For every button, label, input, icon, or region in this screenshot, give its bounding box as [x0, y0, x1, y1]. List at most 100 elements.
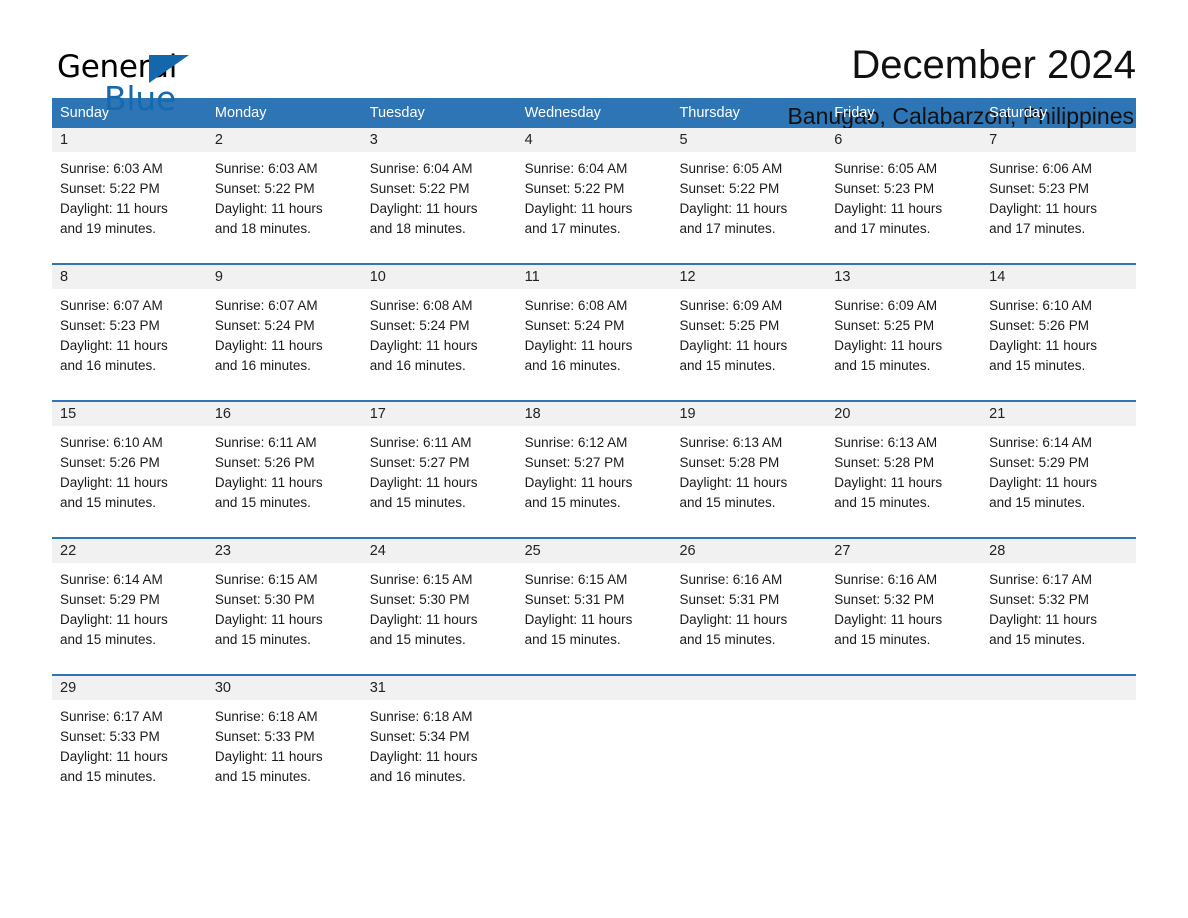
calendar-day-cell[interactable]: 17 Sunrise: 6:11 AM Sunset: 5:27 PM Dayligh…	[361, 402, 517, 522]
sunset-text: Sunset: 5:22 PM	[60, 181, 160, 196]
sunset-text: Sunset: 5:22 PM	[679, 181, 780, 196]
sunset-text: Sunset: 5:23 PM	[989, 181, 1089, 196]
calendar-day-cell[interactable]: 19 Sunrise: 6:13 AM Sunset: 5:28 PM Dayligh…	[671, 402, 827, 522]
sunrise-text: Sunrise: 6:04 AM	[524, 161, 628, 176]
sunrise-text: Sunrise: 6:17 AM	[60, 709, 163, 724]
calendar-day-cell[interactable]: 1 Sunrise: 6:03 AM Sunset: 5:22 PM Daylight…	[52, 128, 207, 248]
weekday-header-friday: Friday	[834, 105, 875, 121]
calendar-day-cell-empty	[826, 676, 982, 796]
calendar-day-cell[interactable]: 8 Sunrise: 6:07 AM Sunset: 5:23 PM Daylight…	[52, 265, 207, 385]
day-number: 16	[206, 402, 362, 426]
daylight-text-line1: Daylight: 11 hours	[834, 475, 943, 490]
daylight-text-line1: Daylight: 11 hours	[834, 612, 943, 627]
daylight-text-line2: and 15 minutes.	[989, 632, 1086, 647]
sunrise-text: Sunrise: 6:11 AM	[369, 435, 472, 450]
calendar-day-cell[interactable]: 2 Sunrise: 6:03 AM Sunset: 5:22 PM Daylight…	[206, 128, 362, 248]
sunset-text: Sunset: 5:22 PM	[369, 181, 470, 196]
day-details: Sunrise: 6:08 AM Sunset: 5:24 PM Daylight:…	[517, 289, 672, 376]
day-details: Sunrise: 6:17 AM Sunset: 5:33 PM Daylight:…	[52, 700, 207, 787]
calendar-day-cell[interactable]: 28 Sunrise: 6:17 AM Sunset: 5:32 PM Dayligh…	[981, 539, 1137, 659]
sunset-text: Sunset: 5:22 PM	[214, 181, 315, 196]
sunrise-text: Sunrise: 6:07 AM	[60, 298, 163, 313]
day-details: Sunrise: 6:05 AM Sunset: 5:23 PM Daylight:…	[826, 152, 981, 239]
calendar-day-cell[interactable]: 21 Sunrise: 6:14 AM Sunset: 5:29 PM Dayligh…	[981, 402, 1137, 522]
calendar-day-cell[interactable]: 26 Sunrise: 6:16 AM Sunset: 5:31 PM Dayligh…	[671, 539, 827, 659]
day-number: 2	[206, 128, 362, 152]
sunset-text: Sunset: 5:31 PM	[524, 592, 625, 607]
day-details: Sunrise: 6:16 AM Sunset: 5:31 PM Daylight:…	[671, 563, 826, 650]
calendar-day-cell[interactable]: 14 Sunrise: 6:10 AM Sunset: 5:26 PM Dayligh…	[981, 265, 1137, 385]
calendar-day-cell[interactable]: 3 Sunrise: 6:04 AM Sunset: 5:22 PM Daylight…	[361, 128, 517, 248]
daylight-text-line1: Daylight: 11 hours	[214, 612, 323, 627]
calendar-day-cell[interactable]: 22 Sunrise: 6:14 AM Sunset: 5:29 PM Dayligh…	[52, 539, 207, 659]
sunrise-text: Sunrise: 6:16 AM	[679, 572, 783, 587]
daylight-text-line1: Daylight: 11 hours	[679, 338, 788, 353]
calendar-day-cell[interactable]: 18 Sunrise: 6:12 AM Sunset: 5:27 PM Dayligh…	[516, 402, 672, 522]
sunset-text: Sunset: 5:33 PM	[60, 729, 160, 744]
calendar-day-cell[interactable]: 12 Sunrise: 6:09 AM Sunset: 5:25 PM Dayligh…	[671, 265, 827, 385]
sunrise-text: Sunrise: 6:10 AM	[989, 298, 1092, 313]
sunset-text: Sunset: 5:29 PM	[60, 592, 160, 607]
sunset-text: Sunset: 5:24 PM	[369, 318, 470, 333]
calendar-day-cell[interactable]: 6 Sunrise: 6:05 AM Sunset: 5:23 PM Daylight…	[826, 128, 982, 248]
sunset-text: Sunset: 5:23 PM	[60, 318, 160, 333]
daylight-text-line1: Daylight: 11 hours	[60, 338, 168, 353]
sunrise-text: Sunrise: 6:05 AM	[834, 161, 938, 176]
calendar-day-cell[interactable]: 7 Sunrise: 6:06 AM Sunset: 5:23 PM Daylight…	[981, 128, 1137, 248]
sunrise-sunset-calendar: Sunday Monday Tuesday Wednesday Thursday Frid…	[52, 98, 1137, 796]
calendar-day-cell[interactable]: 29 Sunrise: 6:17 AM Sunset: 5:33 PM Dayligh…	[52, 676, 207, 796]
calendar-day-cell[interactable]: 24 Sunrise: 6:15 AM Sunset: 5:30 PM Dayligh…	[361, 539, 517, 659]
calendar-day-cell[interactable]: 25 Sunrise: 6:15 AM Sunset: 5:31 PM Dayligh…	[516, 539, 672, 659]
daylight-text-line2: and 15 minutes.	[369, 495, 466, 510]
day-details: Sunrise: 6:10 AM Sunset: 5:26 PM Daylight:…	[981, 289, 1136, 376]
day-details: Sunrise: 6:04 AM Sunset: 5:22 PM Daylight:…	[362, 152, 517, 239]
day-number: 22	[52, 539, 207, 563]
daylight-text-line2: and 15 minutes.	[60, 495, 157, 510]
calendar-day-cell[interactable]: 30 Sunrise: 6:18 AM Sunset: 5:33 PM Dayligh…	[206, 676, 362, 796]
calendar-day-cell[interactable]: 20 Sunrise: 6:13 AM Sunset: 5:28 PM Dayligh…	[826, 402, 982, 522]
sunset-text: Sunset: 5:27 PM	[369, 455, 470, 470]
day-number: 28	[981, 539, 1137, 563]
calendar-day-cell[interactable]: 23 Sunrise: 6:15 AM Sunset: 5:30 PM Dayligh…	[206, 539, 362, 659]
day-details: Sunrise: 6:03 AM Sunset: 5:22 PM Daylight:…	[207, 152, 362, 239]
daylight-text-line1: Daylight: 11 hours	[834, 201, 943, 216]
sunrise-text: Sunrise: 6:15 AM	[214, 572, 318, 587]
day-number: 27	[826, 539, 982, 563]
calendar-day-cell[interactable]: 5 Sunrise: 6:05 AM Sunset: 5:22 PM Daylight…	[671, 128, 827, 248]
daylight-text-line1: Daylight: 11 hours	[989, 338, 1097, 353]
day-details: Sunrise: 6:06 AM Sunset: 5:23 PM Daylight:…	[981, 152, 1136, 239]
calendar-day-cell[interactable]: 27 Sunrise: 6:16 AM Sunset: 5:32 PM Dayligh…	[826, 539, 982, 659]
day-number	[671, 676, 827, 700]
day-details: Sunrise: 6:07 AM Sunset: 5:24 PM Daylight:…	[207, 289, 362, 376]
daylight-text-line2: and 15 minutes.	[214, 632, 311, 647]
daylight-text-line2: and 15 minutes.	[60, 769, 157, 784]
daylight-text-line1: Daylight: 11 hours	[679, 201, 788, 216]
calendar-day-cell[interactable]: 13 Sunrise: 6:09 AM Sunset: 5:25 PM Dayligh…	[826, 265, 982, 385]
daylight-text-line2: and 15 minutes.	[834, 632, 931, 647]
generalblue-logo[interactable]: General Blue	[52, 44, 252, 116]
day-details: Sunrise: 6:08 AM Sunset: 5:24 PM Daylight:…	[362, 289, 517, 376]
calendar-day-cell[interactable]: 11 Sunrise: 6:08 AM Sunset: 5:24 PM Dayligh…	[516, 265, 672, 385]
day-number: 11	[516, 265, 672, 289]
calendar-day-cell[interactable]: 10 Sunrise: 6:08 AM Sunset: 5:24 PM Dayligh…	[361, 265, 517, 385]
day-details: Sunrise: 6:15 AM Sunset: 5:30 PM Daylight:…	[362, 563, 517, 650]
sunrise-text: Sunrise: 6:12 AM	[524, 435, 628, 450]
day-number: 21	[981, 402, 1137, 426]
calendar-weeks: 1 Sunrise: 6:03 AM Sunset: 5:22 PM Daylight…	[52, 128, 1137, 796]
calendar-day-cell[interactable]: 9 Sunrise: 6:07 AM Sunset: 5:24 PM Daylight…	[206, 265, 362, 385]
sunset-text: Sunset: 5:30 PM	[214, 592, 315, 607]
calendar-day-cell[interactable]: 31 Sunrise: 6:18 AM Sunset: 5:34 PM Dayligh…	[361, 676, 517, 796]
sunset-text: Sunset: 5:26 PM	[214, 455, 315, 470]
daylight-text-line1: Daylight: 11 hours	[989, 201, 1097, 216]
sunrise-text: Sunrise: 6:03 AM	[214, 161, 318, 176]
logo-text-blue: Blue	[104, 79, 176, 118]
calendar-page: General Blue December 2024 Banugao, Cala…	[0, 0, 1188, 918]
calendar-day-cell[interactable]: 16 Sunrise: 6:11 AM Sunset: 5:26 PM Dayligh…	[206, 402, 362, 522]
calendar-day-cell[interactable]: 4 Sunrise: 6:04 AM Sunset: 5:22 PM Daylight…	[516, 128, 672, 248]
day-number: 30	[206, 676, 362, 700]
day-number: 8	[52, 265, 207, 289]
calendar-day-cell[interactable]: 15 Sunrise: 6:10 AM Sunset: 5:26 PM Dayligh…	[52, 402, 207, 522]
daylight-text-line2: and 17 minutes.	[524, 221, 621, 236]
sunrise-text: Sunrise: 6:03 AM	[60, 161, 163, 176]
sunrise-text: Sunrise: 6:08 AM	[369, 298, 473, 313]
